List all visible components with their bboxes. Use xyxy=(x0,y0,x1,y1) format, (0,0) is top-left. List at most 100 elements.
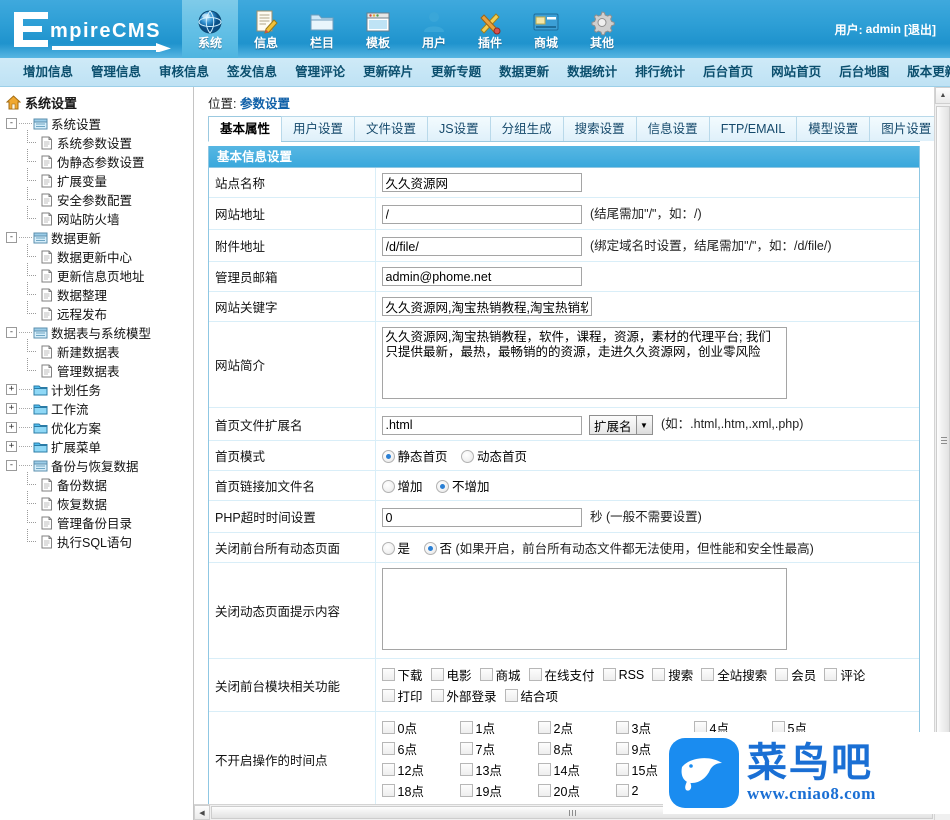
checkbox[interactable] xyxy=(529,668,542,681)
close-dynamic-tip-textarea[interactable] xyxy=(382,568,787,650)
closed-hour-checkbox-8[interactable]: 8点 xyxy=(538,739,616,758)
site-name-input[interactable] xyxy=(382,173,582,192)
checkbox[interactable] xyxy=(775,668,788,681)
main-menu-item-user[interactable]: 用户 xyxy=(406,0,462,58)
radio-close-dynamic-no[interactable] xyxy=(424,542,437,555)
nav-item-8[interactable]: 数据统计 xyxy=(558,58,626,86)
nav-item-0[interactable]: 增加信息 xyxy=(14,58,82,86)
close-module-checkbox-9[interactable]: 打印 xyxy=(382,686,423,705)
nav-item-1[interactable]: 管理信息 xyxy=(82,58,150,86)
checkbox[interactable] xyxy=(382,763,395,776)
close-module-checkbox-6[interactable]: 全站搜索 xyxy=(701,665,767,684)
close-module-checkbox-7[interactable]: 会员 xyxy=(775,665,816,684)
checkbox[interactable] xyxy=(382,689,395,702)
checkbox[interactable] xyxy=(460,763,473,776)
sidebar-group-label[interactable]: 数据更新 xyxy=(51,228,101,247)
tree-toggle-icon[interactable]: - xyxy=(6,232,17,243)
nav-item-7[interactable]: 数据更新 xyxy=(490,58,558,86)
sidebar-group-4[interactable]: +工作流 xyxy=(6,399,193,418)
sidebar-item-label[interactable]: 新建数据表 xyxy=(57,342,120,361)
closed-hour-checkbox-14[interactable]: 14点 xyxy=(538,760,616,779)
sidebar-root[interactable]: 系统设置 xyxy=(6,93,193,112)
close-module-checkbox-8[interactable]: 评论 xyxy=(824,665,865,684)
radio-static-index[interactable] xyxy=(382,450,395,463)
checkbox[interactable] xyxy=(382,742,395,755)
php-timeout-input[interactable] xyxy=(382,508,582,527)
sidebar-group-label[interactable]: 备份与恢复数据 xyxy=(51,456,139,475)
nav-item-5[interactable]: 更新碎片 xyxy=(354,58,422,86)
keywords-input[interactable] xyxy=(382,297,592,316)
closed-hour-checkbox-19[interactable]: 19点 xyxy=(460,781,538,800)
closed-hour-checkbox-0[interactable]: 0点 xyxy=(382,718,460,737)
main-menu-item-info[interactable]: 信息 xyxy=(238,0,294,58)
main-menu-item-columns[interactable]: 栏目 xyxy=(294,0,350,58)
index-ext-input[interactable] xyxy=(382,416,582,435)
closed-hour-checkbox-1[interactable]: 1点 xyxy=(460,718,538,737)
radio-close-dynamic-yes[interactable] xyxy=(382,542,395,555)
nav-item-9[interactable]: 排行统计 xyxy=(626,58,694,86)
checkbox[interactable] xyxy=(538,763,551,776)
nav-item-6[interactable]: 更新专题 xyxy=(422,58,490,86)
tab-8[interactable]: 模型设置 xyxy=(796,116,869,141)
sidebar-group-7[interactable]: -备份与恢复数据 xyxy=(6,456,193,475)
sidebar-item-7-1[interactable]: 恢复数据 xyxy=(6,494,193,513)
index-link-option[interactable]: 增加 xyxy=(382,480,427,494)
checkbox[interactable] xyxy=(505,689,518,702)
sidebar-group-6[interactable]: +扩展菜单 xyxy=(6,437,193,456)
sidebar-group-1[interactable]: - 数据更新 xyxy=(6,228,193,247)
nav-item-10[interactable]: 后台首页 xyxy=(694,58,762,86)
attach-url-input[interactable] xyxy=(382,237,582,256)
sidebar-item-label[interactable]: 数据整理 xyxy=(57,285,107,304)
sidebar-item-0-3[interactable]: 安全参数配置 xyxy=(6,190,193,209)
checkbox[interactable] xyxy=(824,668,837,681)
checkbox[interactable] xyxy=(382,721,395,734)
tab-0[interactable]: 基本属性 xyxy=(208,116,281,142)
sidebar-group-5[interactable]: +优化方案 xyxy=(6,418,193,437)
sidebar-item-label[interactable]: 系统参数设置 xyxy=(57,133,132,152)
tree-toggle-icon[interactable]: - xyxy=(6,118,17,129)
main-menu[interactable]: 系统 信息 栏目 xyxy=(182,0,630,58)
sidebar-item-1-0[interactable]: 数据更新中心 xyxy=(6,247,193,266)
closed-hour-checkbox-2[interactable]: 2点 xyxy=(538,718,616,737)
checkbox[interactable] xyxy=(538,742,551,755)
checkbox[interactable] xyxy=(616,763,629,776)
index-mode-option[interactable]: 静态首页 xyxy=(382,450,452,464)
scroll-up-arrow-icon[interactable]: ▲ xyxy=(935,87,950,104)
sidebar-tree[interactable]: 系统设置 -系统设置系统参数设置伪静态参数设置扩展变量安全参数配置网站防火墙-数… xyxy=(0,87,194,820)
sidebar-group-label[interactable]: 优化方案 xyxy=(51,418,101,437)
tree-toggle-icon[interactable]: + xyxy=(6,441,17,452)
sidebar-item-1-2[interactable]: 数据整理 xyxy=(6,285,193,304)
radio-no-add-filename[interactable] xyxy=(436,480,449,493)
sidebar-item-7-0[interactable]: 备份数据 xyxy=(6,475,193,494)
vertical-scrollbar[interactable]: ▲ xyxy=(934,87,950,820)
index-ext-select[interactable]: 扩展名 ▼ xyxy=(589,415,653,435)
tab-6[interactable]: 信息设置 xyxy=(636,116,709,141)
sidebar-group-label[interactable]: 计划任务 xyxy=(51,380,101,399)
top-nav-bar[interactable]: 增加信息管理信息审核信息签发信息管理评论更新碎片更新专题数据更新数据统计排行统计… xyxy=(0,58,950,87)
sidebar-item-label[interactable]: 远程发布 xyxy=(57,304,107,323)
admin-email-input[interactable] xyxy=(382,267,582,286)
sidebar-item-0-4[interactable]: 网站防火墙 xyxy=(6,209,193,228)
checkbox[interactable] xyxy=(616,784,629,797)
sidebar-item-2-1[interactable]: 管理数据表 xyxy=(6,361,193,380)
close-module-checkbox-10[interactable]: 外部登录 xyxy=(431,686,497,705)
nav-item-3[interactable]: 签发信息 xyxy=(218,58,286,86)
close-module-checkbox-3[interactable]: 在线支付 xyxy=(529,665,595,684)
close-dynamic-option[interactable]: 否 xyxy=(424,542,456,556)
closed-hour-checkbox-20[interactable]: 20点 xyxy=(538,781,616,800)
sidebar-item-label[interactable]: 安全参数配置 xyxy=(57,190,132,209)
main-menu-item-template[interactable]: 模板 xyxy=(350,0,406,58)
tab-3[interactable]: JS设置 xyxy=(427,116,490,141)
sidebar-item-0-1[interactable]: 伪静态参数设置 xyxy=(6,152,193,171)
checkbox[interactable] xyxy=(382,668,395,681)
sidebar-group-0[interactable]: -系统设置 xyxy=(6,114,193,133)
tab-2[interactable]: 文件设置 xyxy=(354,116,427,141)
checkbox[interactable] xyxy=(701,668,714,681)
tab-9[interactable]: 图片设置 xyxy=(869,116,934,141)
tab-7[interactable]: FTP/EMAIL xyxy=(709,116,797,141)
sidebar-group-label[interactable]: 数据表与系统模型 xyxy=(51,323,151,342)
closed-hour-checkbox-13[interactable]: 13点 xyxy=(460,760,538,779)
index-link-option[interactable]: 不增加 xyxy=(436,480,490,494)
closed-hour-checkbox-6[interactable]: 6点 xyxy=(382,739,460,758)
close-module-checkbox-11[interactable]: 结合项 xyxy=(505,686,559,705)
